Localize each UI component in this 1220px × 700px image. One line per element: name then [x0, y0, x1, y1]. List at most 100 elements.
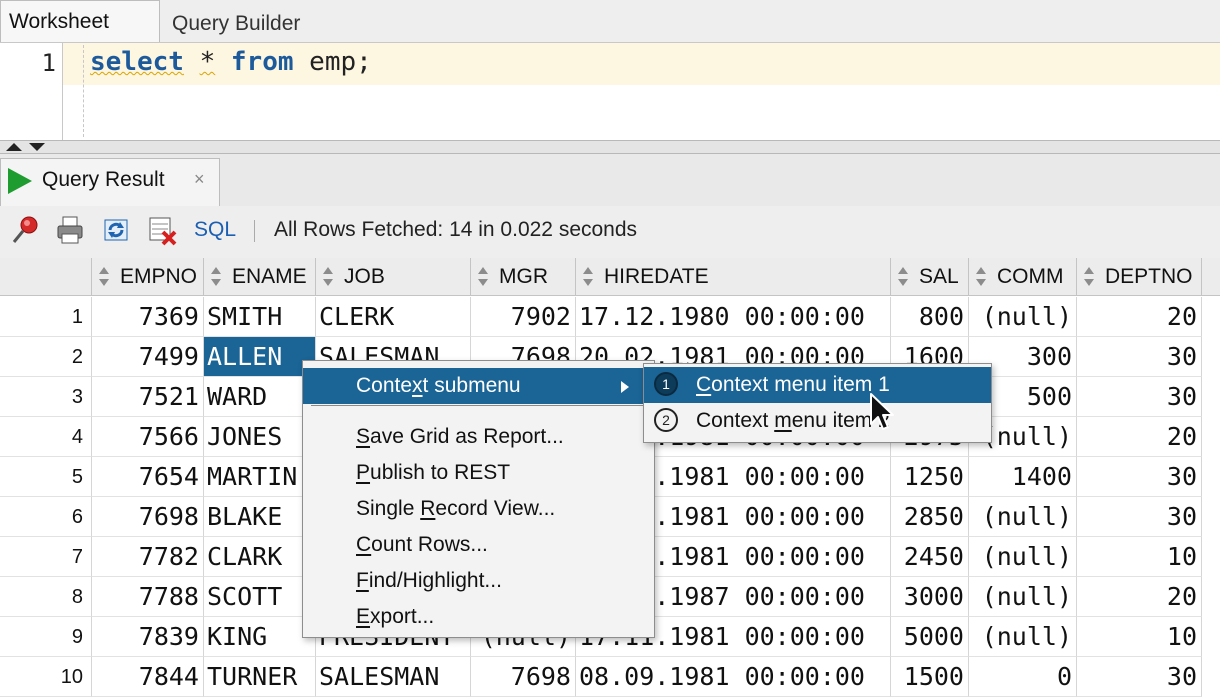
- sql-link[interactable]: SQL: [194, 218, 236, 242]
- query-result-label: Query Result: [42, 168, 165, 191]
- sql-code-line[interactable]: select * from emp;: [90, 47, 372, 77]
- cell-empno[interactable]: 7369: [92, 297, 204, 337]
- close-tab-icon[interactable]: ×: [194, 169, 205, 190]
- menu-item-label: ind/Highlight...: [368, 569, 502, 592]
- cell-sal[interactable]: 2450: [891, 537, 969, 577]
- cell-empno[interactable]: 7839: [92, 617, 204, 657]
- collapse-up-icon[interactable]: [6, 143, 22, 151]
- menu-item-single-record-view[interactable]: Single Record View...: [303, 491, 654, 527]
- menu-item-publish-to-rest[interactable]: Publish to REST: [303, 455, 654, 491]
- cell-mgr[interactable]: 7698: [471, 657, 576, 697]
- cell-deptno[interactable]: 20: [1077, 297, 1202, 337]
- column-header-ename[interactable]: ENAME: [204, 258, 316, 296]
- cell-comm[interactable]: (null): [969, 617, 1077, 657]
- cell-empno[interactable]: 7844: [92, 657, 204, 697]
- row-number: 2: [0, 337, 92, 377]
- cell-deptno[interactable]: 30: [1077, 657, 1202, 697]
- column-header-label: JOB: [344, 265, 385, 288]
- fetch-status: All Rows Fetched: 14 in 0.022 seconds: [274, 218, 638, 241]
- column-header-sal[interactable]: SAL: [891, 258, 969, 296]
- cell-sal[interactable]: 2850: [891, 497, 969, 537]
- menu-item-label: ublish to REST: [370, 461, 511, 484]
- column-header-comm[interactable]: COMM: [969, 258, 1077, 296]
- cell-ename[interactable]: TURNER: [204, 657, 316, 697]
- cell-ename[interactable]: CLARK: [204, 537, 316, 577]
- cell-hiredate[interactable]: 17.12.1980 00:00:00: [576, 297, 891, 337]
- table-name-token: emp;: [309, 47, 372, 77]
- cell-ename[interactable]: SCOTT: [204, 577, 316, 617]
- tab-query-builder[interactable]: Query Builder: [172, 0, 300, 42]
- table-row[interactable]: 1 7369 SMITH CLERK 7902 17.12.1980 00:00:00 80…: [0, 297, 1220, 337]
- menu-item-find-highlight[interactable]: Find/Highlight...: [303, 563, 654, 599]
- sort-icon[interactable]: [210, 267, 222, 287]
- sort-icon[interactable]: [582, 267, 594, 287]
- cell-ename[interactable]: JONES: [204, 417, 316, 457]
- cell-deptno[interactable]: 30: [1077, 377, 1202, 417]
- cell-empno[interactable]: 7654: [92, 457, 204, 497]
- menu-item-label: xport...: [370, 605, 435, 628]
- cell-job[interactable]: SALESMAN: [316, 657, 471, 697]
- cell-hiredate[interactable]: 08.09.1981 00:00:00: [576, 657, 891, 697]
- cell-deptno[interactable]: 30: [1077, 457, 1202, 497]
- table-row[interactable]: 10 7844 TURNER SALESMAN 7698 08.09.1981 00:00…: [0, 657, 1220, 697]
- cell-comm[interactable]: (null): [969, 537, 1077, 577]
- print-icon[interactable]: [55, 214, 85, 246]
- column-header-empno[interactable]: EMPNO: [92, 258, 204, 296]
- cell-empno[interactable]: 7698: [92, 497, 204, 537]
- cell-mgr[interactable]: 7902: [471, 297, 576, 337]
- cell-comm[interactable]: 1400: [969, 457, 1077, 497]
- submenu-item-2[interactable]: 2 Context menu item 2: [644, 403, 991, 439]
- sort-icon[interactable]: [897, 267, 909, 287]
- cell-comm[interactable]: (null): [969, 577, 1077, 617]
- cell-empno[interactable]: 7566: [92, 417, 204, 457]
- cell-empno[interactable]: 7782: [92, 537, 204, 577]
- menu-item-export[interactable]: Export...: [303, 599, 654, 635]
- cell-ename[interactable]: BLAKE: [204, 497, 316, 537]
- cell-sal[interactable]: 3000: [891, 577, 969, 617]
- cell-empno[interactable]: 7788: [92, 577, 204, 617]
- sort-icon[interactable]: [477, 267, 489, 287]
- sort-icon[interactable]: [1083, 267, 1095, 287]
- cell-job[interactable]: CLERK: [316, 297, 471, 337]
- column-header-deptno[interactable]: DEPTNO: [1077, 258, 1202, 296]
- collapse-down-icon[interactable]: [29, 143, 45, 151]
- cell-ename[interactable]: MARTIN: [204, 457, 316, 497]
- cell-deptno[interactable]: 10: [1077, 617, 1202, 657]
- column-header-mgr[interactable]: MGR: [471, 258, 576, 296]
- cell-ename[interactable]: SMITH: [204, 297, 316, 337]
- cell-ename[interactable]: KING: [204, 617, 316, 657]
- cell-deptno[interactable]: 30: [1077, 337, 1202, 377]
- refresh-icon[interactable]: [101, 214, 131, 246]
- cell-empno[interactable]: 7521: [92, 377, 204, 417]
- cell-sal[interactable]: 1250: [891, 457, 969, 497]
- cell-empno[interactable]: 7499: [92, 337, 204, 377]
- row-number: 9: [0, 617, 92, 657]
- tab-worksheet[interactable]: Worksheet: [0, 0, 160, 42]
- sort-icon[interactable]: [975, 267, 987, 287]
- cell-deptno[interactable]: 10: [1077, 537, 1202, 577]
- menu-item-context-submenu[interactable]: Context submenu: [303, 368, 654, 404]
- cell-deptno[interactable]: 20: [1077, 417, 1202, 457]
- cell-comm[interactable]: 0: [969, 657, 1077, 697]
- pin-icon[interactable]: [10, 214, 40, 246]
- cell-deptno[interactable]: 20: [1077, 577, 1202, 617]
- column-header-label: SAL: [919, 265, 959, 288]
- menu-item-label: Conte: [356, 374, 413, 397]
- cell-comm[interactable]: (null): [969, 297, 1077, 337]
- menu-item-count-rows[interactable]: Count Rows...: [303, 527, 654, 563]
- cell-sal[interactable]: 800: [891, 297, 969, 337]
- cell-ename[interactable]: WARD: [204, 377, 316, 417]
- cell-deptno[interactable]: 30: [1077, 497, 1202, 537]
- cell-comm[interactable]: (null): [969, 497, 1077, 537]
- cell-sal[interactable]: 5000: [891, 617, 969, 657]
- cell-ename[interactable]: ALLEN: [204, 337, 316, 377]
- sort-icon[interactable]: [98, 267, 110, 287]
- column-header-job[interactable]: JOB: [316, 258, 471, 296]
- pane-splitter[interactable]: [0, 140, 1220, 154]
- menu-item-save-grid-as-report[interactable]: Save Grid as Report...: [303, 419, 654, 455]
- submenu-item-1[interactable]: 1 Context menu item 1: [644, 367, 991, 403]
- column-header-hiredate[interactable]: HIREDATE: [576, 258, 891, 296]
- delete-rows-icon[interactable]: [147, 214, 177, 246]
- cell-sal[interactable]: 1500: [891, 657, 969, 697]
- sort-icon[interactable]: [322, 267, 334, 287]
